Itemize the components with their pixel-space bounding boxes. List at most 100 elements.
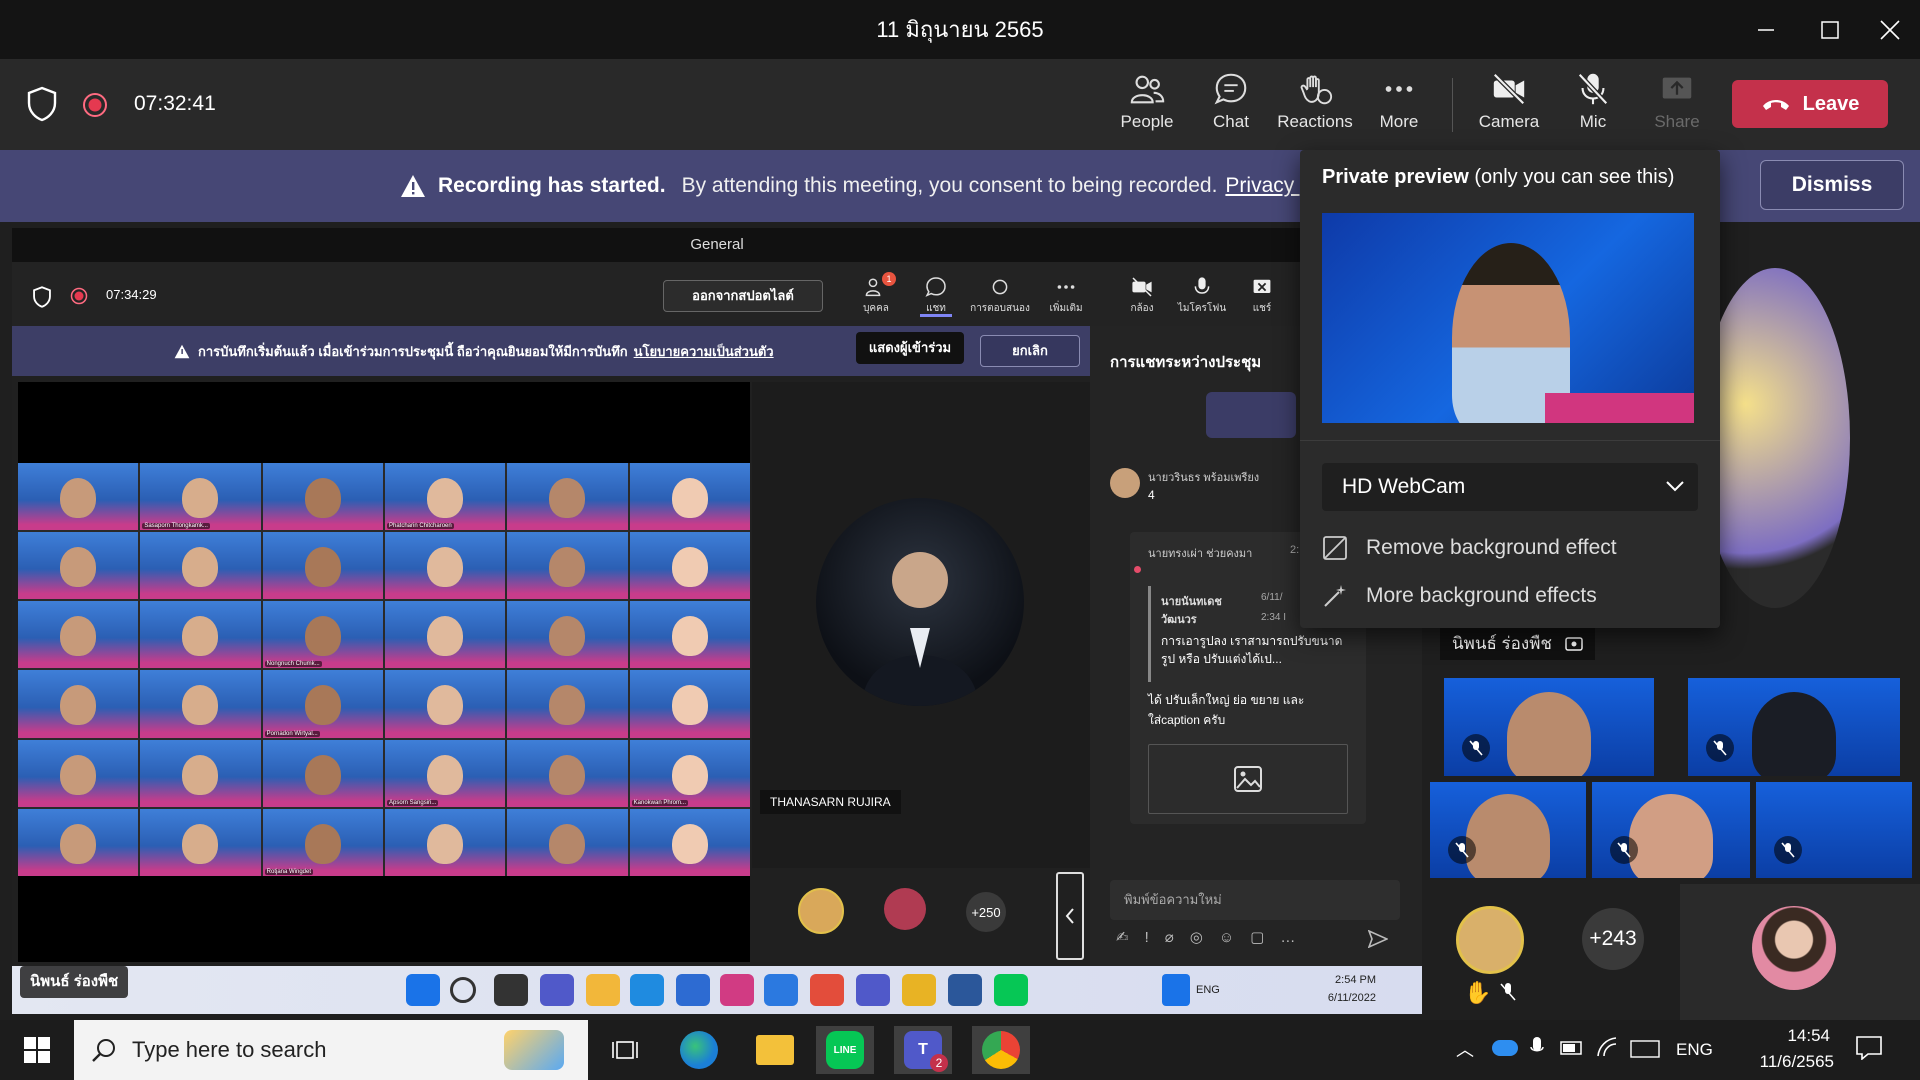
inner-cancel-button[interactable]: ยกเลิก [980, 335, 1080, 367]
start-button[interactable] [8, 1026, 66, 1074]
shield-icon[interactable] [26, 86, 58, 122]
taskbar-search-box[interactable]: Type here to search [74, 1020, 588, 1080]
inner-reactions-button[interactable]: การตอบสนอง [970, 275, 1030, 316]
raised-hand-icon: ✋ [1464, 980, 1492, 1005]
participant-face [182, 754, 219, 795]
participant-face [549, 477, 586, 518]
gallery-participant [18, 670, 139, 738]
snip-icon[interactable] [720, 974, 754, 1006]
inner-tray-time: 2:54 PM [1335, 974, 1376, 986]
participant-video[interactable] [1430, 782, 1586, 878]
chat-compose-input[interactable]: พิมพ์ข้อความใหม่ [1110, 880, 1400, 920]
inner-privacy-link[interactable]: นโยบายความเป็นส่วนตัว [634, 341, 774, 362]
participant-video[interactable] [1688, 678, 1900, 776]
chat-active-indicator [920, 314, 952, 317]
word-app-icon[interactable] [764, 974, 798, 1006]
leave-button[interactable]: Leave [1732, 80, 1888, 128]
inner-timer: 07:34:29 [106, 287, 157, 302]
taskbar-teams[interactable]: T 2 [894, 1026, 952, 1074]
participant-face [427, 823, 464, 864]
taskbar-line[interactable]: LINE [816, 1026, 874, 1074]
people-icon [1130, 75, 1165, 104]
people-badge: 1 [882, 272, 896, 286]
close-button[interactable] [1860, 0, 1920, 60]
search-icon[interactable] [450, 977, 476, 1003]
inner-overflow-count[interactable]: +250 [966, 892, 1006, 932]
spotlight-name-text: นิพนธ์ ร่องพืช [1452, 634, 1552, 653]
store-icon[interactable] [676, 974, 710, 1006]
task-view-icon[interactable] [494, 974, 528, 1006]
search-highlight-icon [504, 1030, 564, 1070]
edge-icon[interactable] [630, 974, 664, 1006]
chat-reply: ได้ ปรับเล็กใหญ่ ย่อ ขยาย และ ใส่caption… [1148, 693, 1305, 727]
wifi-icon[interactable] [1596, 1036, 1618, 1058]
onedrive-icon[interactable] [1492, 1040, 1518, 1056]
tray-overflow-icon[interactable]: ︿ [1456, 1036, 1474, 1062]
keyboard-icon[interactable] [1630, 1040, 1660, 1058]
collapse-panel-button[interactable] [1056, 872, 1084, 960]
taskbar-edge[interactable] [670, 1026, 728, 1074]
quote-text: การเอารูปลง เราสามารถปรับขนาดรูป หรือ ปร… [1161, 634, 1343, 666]
participant-face [304, 616, 341, 657]
share-button[interactable]: Share [1634, 70, 1720, 142]
participant-video[interactable] [1444, 678, 1654, 776]
participant-name: Sasaporn Thongkamk... [142, 523, 210, 530]
camera-button[interactable]: Camera [1466, 70, 1552, 142]
participant-name: Phatcharin Chitcharoen [387, 523, 454, 530]
taskbar-chrome[interactable] [972, 1026, 1030, 1074]
participant-face [427, 685, 464, 726]
camera-select[interactable]: HD WebCam [1322, 463, 1698, 511]
more-background-effects-option[interactable]: More background effects [1322, 576, 1597, 616]
inner-share-button[interactable]: แชร์ [1232, 275, 1292, 316]
overflow-count[interactable]: +243 [1582, 908, 1644, 970]
participant-face [549, 616, 586, 657]
chrome-profile-icon[interactable] [902, 974, 936, 1006]
more-button[interactable]: More [1356, 70, 1442, 142]
task-view-button[interactable] [596, 1026, 654, 1074]
participant-video[interactable] [1592, 782, 1750, 878]
inner-mic-button[interactable]: ไมโครโฟน [1172, 275, 1232, 316]
teams-chat-icon[interactable] [540, 974, 574, 1006]
notifications-icon[interactable] [1856, 1036, 1882, 1060]
chrome-icon[interactable] [810, 974, 844, 1006]
mic-tray-icon[interactable] [1162, 974, 1190, 1006]
teams-icon[interactable] [856, 974, 890, 1006]
people-button[interactable]: People [1104, 70, 1190, 142]
preview-banner-strip [1322, 393, 1694, 423]
line-icon[interactable] [994, 974, 1028, 1006]
gallery-participant [385, 808, 506, 876]
tray-date[interactable]: 11/6/2565 [1730, 1052, 1834, 1072]
chat-button[interactable]: Chat [1188, 70, 1274, 142]
gallery-participant [140, 808, 261, 876]
minimize-button[interactable] [1736, 0, 1796, 60]
word-icon[interactable] [948, 974, 982, 1006]
remove-background-label: Remove background effect [1366, 536, 1617, 559]
inner-chat-button[interactable]: แชท [906, 275, 966, 316]
inner-camera-button[interactable]: กล้อง [1112, 275, 1172, 316]
maximize-button[interactable] [1800, 0, 1860, 60]
remove-background-icon [1323, 536, 1347, 560]
participant-avatar[interactable] [1456, 906, 1524, 974]
taskbar-file-explorer[interactable] [746, 1026, 804, 1074]
windows-start-icon[interactable] [406, 974, 440, 1006]
participant-name: Rotjana Wingdet [264, 868, 314, 875]
minimize-icon [1758, 29, 1774, 31]
reactions-button[interactable]: Reactions [1272, 70, 1358, 142]
participant-face [549, 754, 586, 795]
participant-video[interactable] [1756, 782, 1912, 878]
inner-leave-spotlight-button[interactable]: ออกจากสปอตไลต์ [663, 280, 823, 312]
mic-button[interactable]: Mic [1550, 70, 1636, 142]
inner-people-button[interactable]: บุคคล [846, 275, 906, 316]
file-explorer-icon[interactable] [586, 974, 620, 1006]
inner-more-button[interactable]: เพิ่มเติม [1036, 275, 1096, 316]
dismiss-button[interactable]: Dismiss [1760, 160, 1904, 210]
mic-tray-icon[interactable] [1530, 1036, 1544, 1060]
send-icon[interactable] [1368, 930, 1388, 948]
battery-icon[interactable] [1560, 1040, 1584, 1056]
tray-language[interactable]: ENG [1676, 1040, 1713, 1060]
image-attachment[interactable] [1148, 744, 1348, 814]
tray-time[interactable]: 14:54 [1730, 1026, 1830, 1046]
inner-tray-lang: ENG [1196, 984, 1220, 996]
privacy-link[interactable]: Privacy p [1225, 174, 1311, 198]
remove-background-option[interactable]: Remove background effect [1322, 528, 1617, 568]
